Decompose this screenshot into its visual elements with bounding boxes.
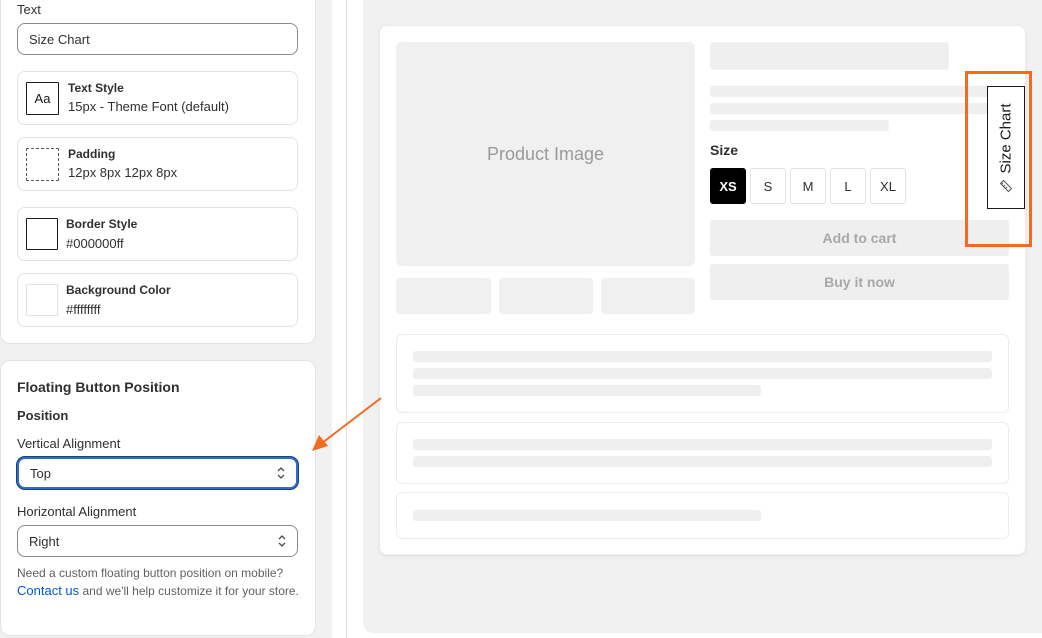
text-input[interactable]: Size Chart (17, 23, 298, 55)
text-style-swatch: Aa (26, 82, 59, 115)
description-block (396, 422, 1009, 484)
floating-position-title: Floating Button Position (17, 379, 180, 395)
padding-value: 12px 8px 12px 8px (68, 165, 178, 180)
padding-title: Padding (68, 147, 116, 161)
buy-it-now-button[interactable]: Buy it now (710, 264, 1009, 300)
horizontal-alignment-value: Right (29, 533, 60, 549)
border-color-swatch (26, 218, 58, 250)
scroll-divider (346, 0, 347, 638)
size-option-l[interactable]: L (830, 168, 866, 204)
text-skeleton (413, 385, 761, 396)
text-style-title: Text Style (68, 81, 124, 95)
text-skeleton (710, 120, 889, 131)
description-block (396, 334, 1009, 413)
text-skeleton (710, 103, 990, 114)
border-style-option[interactable]: Border Style #000000ff (17, 207, 298, 261)
thumbnail (499, 278, 593, 314)
border-style-title: Border Style (66, 217, 138, 231)
product-image-placeholder: Product Image (396, 42, 695, 266)
size-label: Size (710, 142, 739, 158)
thumbnail (601, 278, 695, 314)
select-chevron-icon (277, 467, 285, 479)
vertical-alignment-select[interactable]: Top (17, 457, 298, 489)
text-input-value: Size Chart (29, 31, 90, 47)
thumbnail (396, 278, 491, 314)
text-skeleton (413, 368, 992, 379)
highlight-box (965, 71, 1032, 247)
size-option-xl[interactable]: XL (870, 168, 906, 204)
text-style-value: 15px - Theme Font (default) (68, 99, 229, 114)
text-skeleton (413, 439, 992, 450)
select-chevron-icon (278, 535, 286, 547)
size-option-xs[interactable]: XS (710, 168, 746, 204)
vertical-alignment-label: Vertical Alignment (17, 436, 121, 451)
description-block (396, 492, 1009, 539)
horizontal-alignment-label: Horizontal Alignment (17, 504, 137, 519)
title-skeleton (710, 42, 949, 70)
text-label: Text (17, 2, 41, 17)
position-label: Position (17, 408, 69, 423)
background-color-swatch (26, 284, 58, 316)
contact-us-link[interactable]: Contact us (17, 583, 79, 598)
padding-icon (26, 148, 59, 181)
vertical-alignment-value: Top (30, 465, 51, 481)
settings-panel: Text Size Chart Aa Text Style 15px - The… (0, 0, 332, 638)
background-color-option[interactable]: Background Color #ffffffff (17, 273, 298, 327)
size-option-s[interactable]: S (750, 168, 786, 204)
text-style-option[interactable]: Aa Text Style 15px - Theme Font (default… (17, 71, 298, 125)
pointer-arrow-icon (312, 397, 382, 451)
text-skeleton (413, 510, 761, 521)
size-option-m[interactable]: M (790, 168, 826, 204)
background-color-value: #ffffffff (66, 302, 101, 317)
text-skeleton (413, 456, 992, 467)
horizontal-alignment-select[interactable]: Right (17, 525, 298, 557)
help-text: Need a custom floating button position o… (17, 566, 299, 598)
padding-option[interactable]: Padding 12px 8px 12px 8px (17, 137, 298, 191)
background-color-title: Background Color (66, 283, 171, 297)
text-skeleton (710, 86, 990, 97)
text-skeleton (413, 351, 992, 362)
border-style-value: #000000ff (66, 236, 124, 251)
